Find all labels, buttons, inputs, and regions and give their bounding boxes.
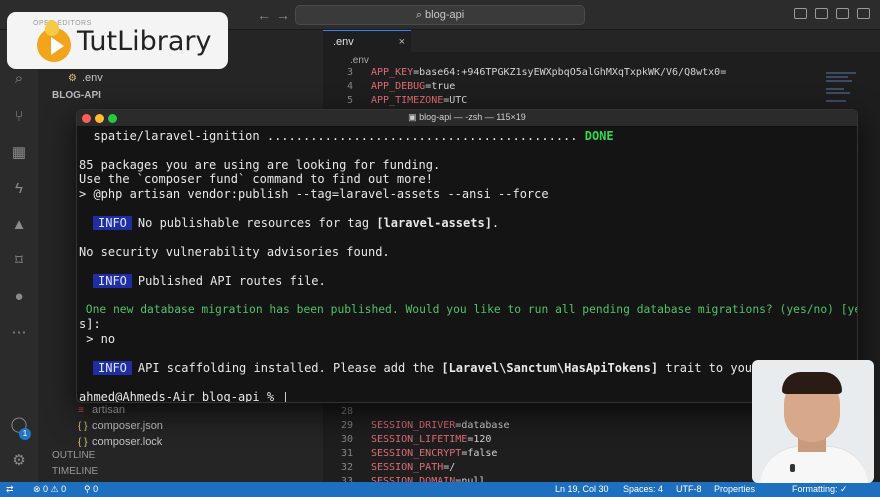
triangle-icon[interactable]: ▲: [10, 216, 28, 234]
flame-icon: [45, 20, 59, 36]
source-control-icon[interactable]: ⑂: [10, 108, 28, 126]
play-icon: [51, 37, 64, 55]
terminal-window[interactable]: ▣ blog-api — -zsh — 115×19 spatie/larave…: [76, 109, 858, 403]
status-bar: ⇄ ⊗ 0 ⚠ 0 ⚲ 0 Ln 19, Col 30 Spaces: 4 UT…: [0, 482, 880, 497]
terminal-output: spatie/laravel-ignition ................…: [77, 127, 858, 402]
account-badge: 1: [19, 428, 31, 440]
code-line: 29 SESSION_DRIVER=database: [340, 420, 510, 431]
env-file-icon: ⚙: [68, 73, 77, 84]
activity-bar: ⌕ ⑂ ▦ ϟ ▲ ⌑ ● ⋯ ◯ 1 ⚙: [0, 30, 38, 482]
terminal-line: 85 packages you are using are looking fo…: [79, 158, 441, 172]
file-item-artisan[interactable]: ≡ artisan: [78, 404, 125, 416]
arrow-left-icon[interactable]: ←: [257, 7, 271, 23]
code-line: 31 SESSION_ENCRYPT=false: [340, 448, 498, 459]
terminal-line: INFO Published API routes file.: [79, 274, 326, 288]
formatting-status[interactable]: Formatting: ✓: [792, 484, 848, 495]
tutlibrary-logo: OPEN EDITORS TutLibrary: [7, 12, 228, 69]
code-line: 28: [340, 406, 353, 417]
lightning-icon[interactable]: ϟ: [10, 180, 28, 198]
cursor-position[interactable]: Ln 19, Col 30: [555, 484, 609, 494]
command-center-search[interactable]: ⌕ blog-api: [295, 5, 585, 25]
terminal-line: One new database migration has been publ…: [79, 303, 858, 316]
file-icon: ≡: [78, 405, 84, 416]
encoding-setting[interactable]: UTF-8: [676, 484, 702, 494]
remote-icon[interactable]: ⇄: [6, 484, 14, 495]
extensions-icon[interactable]: ▦: [10, 144, 28, 162]
gear-icon[interactable]: ⚙: [10, 452, 28, 470]
terminal-title: ▣ blog-api — -zsh — 115×19: [408, 112, 526, 122]
toggle-panel-icon[interactable]: [815, 8, 828, 19]
json-icon: { }: [78, 437, 88, 448]
file-item-composer-json[interactable]: { } composer.json: [78, 420, 163, 432]
layout-controls: [794, 8, 870, 19]
project-folder-header[interactable]: BLOG-API: [52, 90, 101, 101]
toggle-secondary-sidebar-icon[interactable]: [836, 8, 849, 19]
terminal-line: > no: [79, 332, 116, 346]
code-line: 5 APP_TIMEZONE=UTC: [346, 95, 468, 106]
terminal-line: spatie/laravel-ignition ................…: [79, 129, 614, 143]
problems-indicator[interactable]: ⊗ 0 ⚠ 0: [33, 484, 66, 495]
file-item-composer-lock[interactable]: { } composer.lock: [78, 436, 162, 448]
info-badge: INFO: [93, 274, 132, 288]
close-icon[interactable]: ×: [399, 31, 405, 53]
properties-mode[interactable]: Properties: [714, 484, 755, 494]
tab-env[interactable]: .env ×: [323, 30, 411, 52]
terminal-line: > @php artisan vendor:publish --tag=lara…: [79, 187, 549, 201]
search-icon[interactable]: ⌕: [10, 70, 28, 88]
breadcrumb[interactable]: .env: [350, 55, 369, 66]
terminal-line: Use the `composer fund` command to find …: [79, 172, 434, 186]
microphone-icon: [790, 464, 795, 472]
toggle-sidebar-icon[interactable]: [794, 8, 807, 19]
info-badge: INFO: [93, 361, 132, 375]
bookmark-icon[interactable]: ⌑: [10, 252, 28, 270]
code-line: 30 SESSION_LIFETIME=120: [340, 434, 492, 445]
github-icon[interactable]: ●: [10, 288, 28, 306]
terminal-line: s]:: [79, 317, 101, 331]
info-badge: INFO: [93, 216, 132, 230]
customize-layout-icon[interactable]: [857, 8, 870, 19]
terminal-line: INFO No publishable resources for tag [la…: [79, 216, 499, 230]
webcam-presenter: [752, 360, 874, 483]
terminal-line: No security vulnerability advisories fou…: [79, 245, 390, 259]
outline-section[interactable]: OUTLINE: [52, 450, 95, 461]
open-editor-item[interactable]: ⚙ .env: [68, 72, 103, 84]
terminal-title-bar: ▣ blog-api — -zsh — 115×19: [77, 110, 857, 127]
text-cursor: [285, 391, 287, 402]
code-line: 32 SESSION_PATH=/: [340, 462, 456, 473]
editor-tab-bar: .env ×: [323, 30, 880, 52]
code-line: 3 APP_KEY=base64:+946TPGKZ1syEWXpbqO5alGh…: [346, 67, 727, 78]
timeline-section[interactable]: TIMELINE: [52, 466, 98, 477]
more-icon[interactable]: ⋯: [10, 324, 28, 342]
indentation-setting[interactable]: Spaces: 4: [623, 484, 663, 494]
terminal-prompt[interactable]: ahmed@Ahmeds-Air blog-api %: [79, 390, 287, 402]
terminal-line: INFO API scaffolding installed. Please ad…: [79, 361, 795, 375]
logo-text: TutLibrary: [77, 26, 212, 57]
code-line: 4 APP_DEBUG=true: [346, 81, 456, 92]
json-icon: { }: [78, 421, 88, 432]
ports-indicator[interactable]: ⚲ 0: [84, 484, 98, 495]
arrow-right-icon[interactable]: →: [276, 7, 290, 23]
